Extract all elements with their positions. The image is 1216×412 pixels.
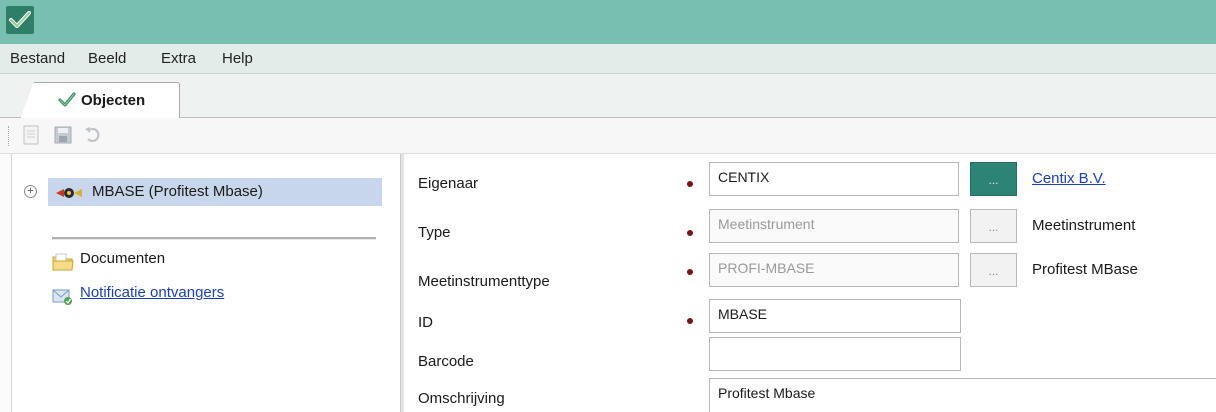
folder-icon [52, 252, 74, 276]
owner-field[interactable]: CENTIX [709, 162, 959, 196]
type-lookup-button: ... [970, 209, 1017, 243]
menu-bestand[interactable]: Bestand [10, 50, 65, 67]
required-marker [687, 269, 693, 275]
tab-objecten[interactable]: Objecten [20, 82, 180, 119]
checkmark-icon [57, 90, 77, 114]
instrument-type-label: Meetinstrumenttype [418, 273, 550, 290]
type-display: Meetinstrument [1032, 217, 1136, 234]
save-icon[interactable] [52, 124, 74, 146]
app-logo-icon [6, 6, 34, 34]
object-form: Eigenaar CENTIX ... Centix B.V. Type Mee… [404, 154, 1216, 412]
required-marker [687, 181, 693, 187]
owner-label: Eigenaar [418, 175, 479, 192]
type-label: Type [418, 224, 451, 241]
owner-lookup-button[interactable]: ... [970, 162, 1017, 196]
menu-help[interactable]: Help [222, 50, 253, 67]
notification-recipients-label: Notificatie ontvangers [80, 284, 225, 301]
required-marker [687, 318, 693, 324]
id-label: ID [418, 314, 433, 331]
title-bar [0, 0, 1216, 44]
tree-pane: + MBASE (Profitest Mbase) Documenten Not… [0, 154, 400, 412]
divider [52, 237, 376, 240]
tab-strip: Objecten [0, 74, 1216, 119]
instrument-type-display: Profitest MBase [1032, 261, 1138, 278]
barcode-field[interactable] [709, 337, 961, 371]
tab-label: Objecten [81, 92, 146, 109]
instrument-icon [54, 184, 84, 206]
instrument-type-lookup-button: ... [970, 253, 1017, 287]
toolbar [0, 118, 1216, 154]
menu-bar: Bestand Beeld Extra Help [0, 44, 1216, 74]
instrument-type-field: PROFI-MBASE [709, 253, 959, 287]
type-field: Meetinstrument [709, 209, 959, 243]
menu-beeld[interactable]: Beeld [88, 50, 126, 67]
tree-node-mbase[interactable]: MBASE (Profitest Mbase) [48, 178, 382, 206]
menu-extra[interactable]: Extra [161, 50, 196, 67]
id-field[interactable]: MBASE [709, 299, 961, 333]
tree-expander[interactable]: + [24, 185, 37, 198]
description-field[interactable]: Profitest Mbase [709, 378, 1216, 412]
toolbar-grip [8, 126, 10, 146]
description-label: Omschrijving [418, 390, 505, 407]
pane-border [0, 154, 12, 412]
documents-label: Documenten [80, 250, 166, 267]
tree-node-label: MBASE (Profitest Mbase) [92, 183, 263, 200]
owner-display-link[interactable]: Centix B.V. [1032, 170, 1106, 187]
undo-icon[interactable] [82, 124, 104, 146]
new-document-icon[interactable] [20, 124, 42, 146]
required-marker [687, 230, 693, 236]
barcode-label: Barcode [418, 353, 474, 370]
notification-icon [52, 286, 74, 310]
